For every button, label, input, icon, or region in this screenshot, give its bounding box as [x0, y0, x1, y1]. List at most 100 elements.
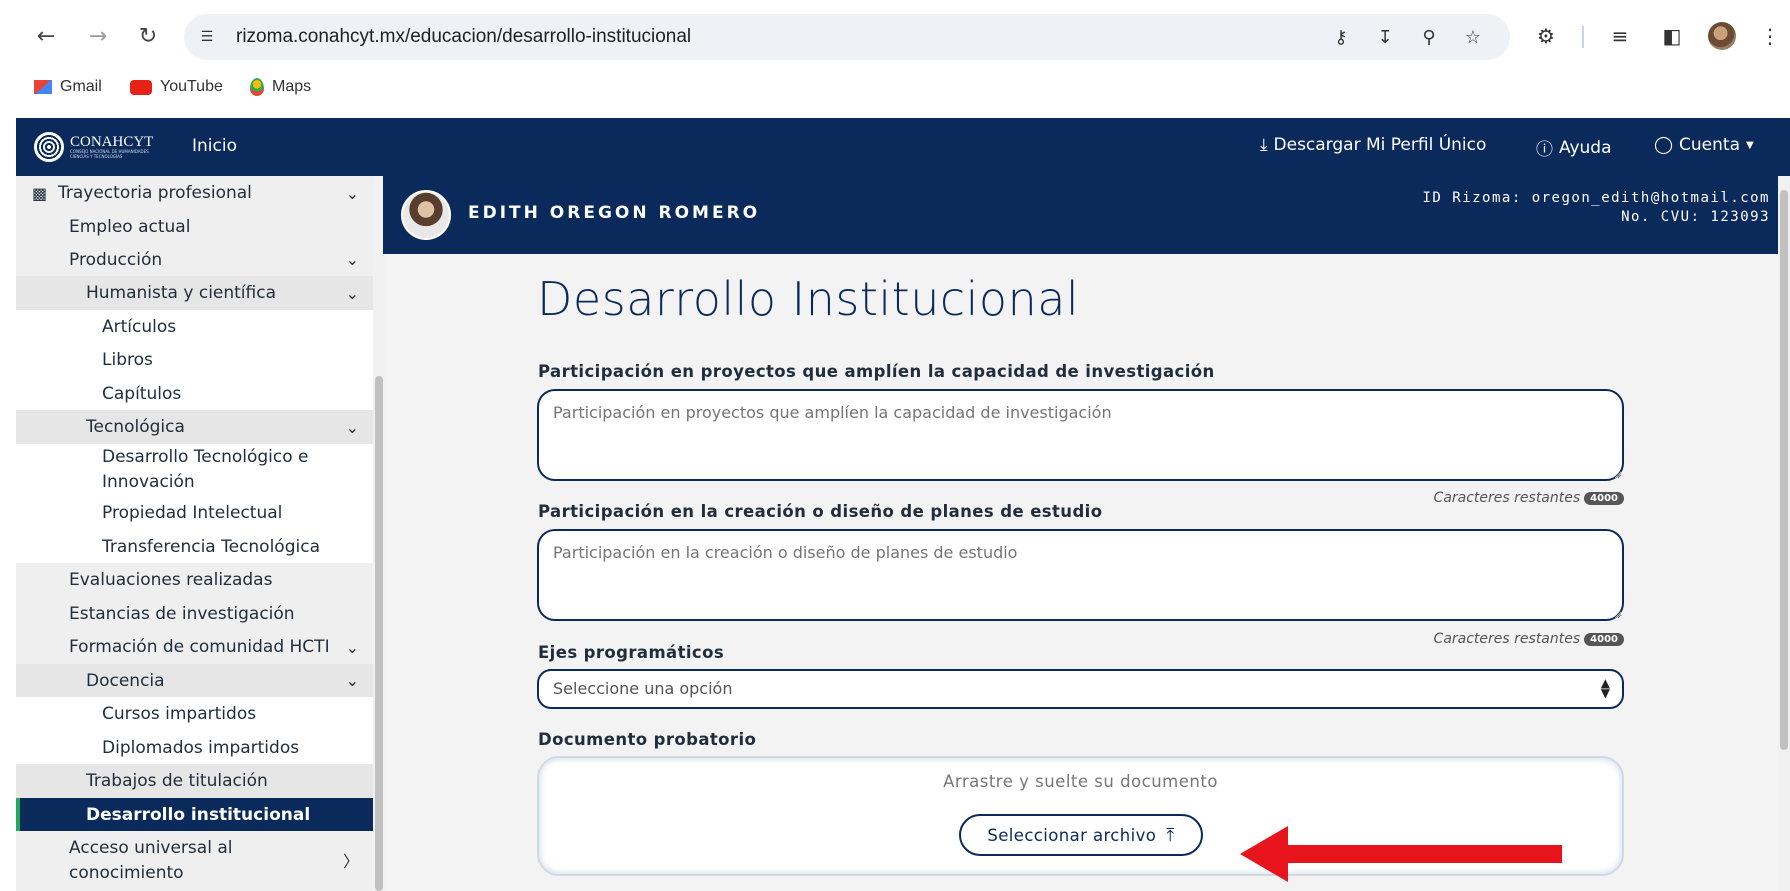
- profile-avatar[interactable]: [1708, 22, 1736, 50]
- bookmark-label: Gmail: [60, 78, 102, 95]
- side-panel-icon[interactable]: ◧: [1658, 22, 1686, 50]
- sidebar-item-acceso-universal[interactable]: Acceso universal al conocimiento 〉: [16, 831, 373, 891]
- install-app-icon[interactable]: ↧: [1372, 24, 1398, 50]
- sidebar-item-label-line2: Innovación: [102, 472, 195, 492]
- sidebar-item-label: Evaluaciones realizadas: [69, 570, 273, 590]
- sidebar-item-label: Capítulos: [102, 383, 182, 404]
- reading-list-icon[interactable]: ≡: [1606, 22, 1634, 50]
- sidebar-scrollbar-thumb[interactable]: [375, 376, 383, 891]
- bookmark-star-icon[interactable]: ☆: [1460, 24, 1486, 50]
- top-navigation: CONAHCYT CONSEJO NACIONAL DE HUMANIDADES…: [16, 118, 1790, 176]
- bookmark-gmail[interactable]: Gmail: [34, 78, 102, 96]
- sidebar-item-tecnologica[interactable]: Tecnológica ⌄: [16, 410, 373, 444]
- sidebar-item-desarrollo-institucional[interactable]: Desarrollo institucional: [16, 798, 373, 831]
- select-value: Seleccione una opción: [553, 679, 733, 698]
- sidebar-item-propiedad[interactable]: Propiedad Intelectual: [16, 496, 373, 530]
- download-profile-link[interactable]: ⤓ Descargar Mi Perfil Único: [1260, 135, 1486, 155]
- profile-header: EDITH OREGON ROMERO ID Rizoma: oregon_ed…: [383, 176, 1790, 254]
- site-info-icon[interactable]: ☰: [196, 26, 218, 48]
- ejes-select[interactable]: Seleccione una opción ▲ ▼: [537, 669, 1624, 709]
- chevron-down-icon: ⌄: [345, 417, 359, 437]
- select-file-button[interactable]: Seleccionar archivo ⤒: [959, 814, 1203, 856]
- sidebar-item-label: Acceso universal al: [69, 838, 233, 858]
- sidebar-item-diplomados[interactable]: Diplomados impartidos: [16, 731, 373, 764]
- password-key-icon[interactable]: ⚷: [1328, 24, 1354, 50]
- reload-icon[interactable]: ↻: [132, 20, 164, 52]
- sidebar-item-docencia[interactable]: Docencia ⌄: [16, 664, 373, 697]
- forward-icon[interactable]: →: [82, 20, 114, 52]
- sidebar-item-label: Estancias de investigación: [69, 603, 295, 624]
- red-annotation-arrow: [1240, 826, 1562, 882]
- chevron-down-icon: ⌄: [345, 250, 359, 269]
- profile-ids: ID Rizoma: oregon_edith@hotmail.com No. …: [1422, 189, 1770, 227]
- sidebar-item-label: Trabajos de titulación: [86, 771, 268, 791]
- planes-textarea[interactable]: [537, 529, 1624, 621]
- sidebar-item-label: Diplomados impartidos: [102, 737, 300, 758]
- nav-inicio[interactable]: Inicio: [192, 136, 237, 156]
- back-icon[interactable]: ←: [30, 20, 62, 52]
- help-label: Ayuda: [1559, 137, 1612, 158]
- documento-label: Documento probatorio: [538, 730, 757, 749]
- ejes-label: Ejes programáticos: [538, 643, 725, 662]
- logo-subtext: CONSEJO NACIONAL DE HUMANIDADES CIENCIAS…: [70, 149, 149, 159]
- bookmark-label: YouTube: [160, 78, 223, 95]
- conahcyt-logo[interactable]: CONAHCYT CONSEJO NACIONAL DE HUMANIDADES…: [34, 132, 166, 162]
- help-link[interactable]: ⓘ Ayuda: [1536, 135, 1612, 161]
- arrow-shape: [1240, 826, 1562, 882]
- sidebar-item-label: Desarrollo Tecnológico e: [102, 447, 309, 467]
- counter-label: Caracteres restantes: [1433, 631, 1581, 647]
- sidebar-item-label: Trayectoria profesional: [58, 183, 252, 203]
- url-text[interactable]: rizoma.conahcyt.mx/educacion/desarrollo-…: [236, 26, 691, 48]
- id-card-icon: ▩: [32, 183, 48, 203]
- field1-label: Participación en proyectos que amplíen l…: [538, 362, 1215, 381]
- caret-down-icon: ▼: [1746, 139, 1754, 151]
- counter-badge: 4000: [1584, 491, 1624, 505]
- extensions-icon[interactable]: ⚙: [1532, 22, 1560, 50]
- sidebar-item-label: Docencia: [86, 670, 165, 691]
- sidebar-item-trayectoria[interactable]: ▩ Trayectoria profesional ⌄: [16, 176, 373, 210]
- sidebar-item-label: Formación de comunidad HCTI: [69, 637, 330, 657]
- sidebar-item-estancias[interactable]: Estancias de investigación: [16, 597, 373, 630]
- counter-label: Caracteres restantes: [1433, 490, 1581, 506]
- bookmark-maps[interactable]: Maps: [250, 78, 311, 96]
- sidebar-item-trabajos[interactable]: Trabajos de titulación: [16, 764, 373, 798]
- proyectos-textarea[interactable]: [537, 389, 1624, 481]
- bookmarks-bar: Gmail YouTube Maps: [0, 74, 1790, 104]
- chevron-down-icon: ⌄: [345, 637, 359, 657]
- browser-toolbar: ← → ↻ ☰ rizoma.conahcyt.mx/educacion/des…: [0, 0, 1790, 74]
- bookmark-youtube[interactable]: YouTube: [130, 78, 223, 96]
- sidebar-item-evaluaciones[interactable]: Evaluaciones realizadas: [16, 563, 373, 597]
- sidebar-item-transferencia[interactable]: Transferencia Tecnológica: [16, 530, 373, 563]
- sidebar-item-label: Transferencia Tecnológica: [102, 536, 320, 557]
- sidebar-item-empleo[interactable]: Empleo actual: [16, 210, 373, 243]
- sidebar-item-label: Humanista y científica: [86, 283, 277, 303]
- sidebar-item-humanista[interactable]: Humanista y científica ⌄: [16, 276, 373, 310]
- page-scrollbar-thumb[interactable]: [1780, 190, 1788, 750]
- menu-kebab-icon[interactable]: ⋮: [1756, 22, 1784, 50]
- dropzone-text: Arrastre y suelte su documento: [943, 772, 1218, 791]
- account-label: Cuenta: [1679, 135, 1740, 155]
- account-menu[interactable]: ◯ Cuenta ▼: [1654, 135, 1754, 155]
- sidebar-item-articulos[interactable]: Artículos: [16, 310, 373, 343]
- sidebar-item-libros[interactable]: Libros: [16, 343, 373, 377]
- sidebar-item-cursos[interactable]: Cursos impartidos: [16, 697, 373, 731]
- bookmark-label: Maps: [272, 78, 312, 95]
- maps-icon: [250, 78, 264, 96]
- sidebar-item-label: Libros: [102, 350, 153, 370]
- chevron-down-icon: ⌄: [345, 671, 359, 690]
- sidebar-item-label: Propiedad Intelectual: [102, 503, 283, 523]
- counter-badge: 4000: [1584, 632, 1624, 646]
- logo-emblem-icon: [34, 132, 64, 162]
- sidebar-item-capitulos[interactable]: Capítulos: [16, 377, 373, 410]
- download-icon: ⤓: [1260, 135, 1268, 155]
- download-label: Descargar Mi Perfil Único: [1273, 135, 1487, 155]
- sidebar-item-produccion[interactable]: Producción ⌄: [16, 243, 373, 276]
- sidebar-item-label: Artículos: [102, 316, 177, 337]
- address-bar[interactable]: ☰ rizoma.conahcyt.mx/educacion/desarroll…: [184, 14, 1510, 60]
- sidebar-item-desarrollo-tecnologico[interactable]: Desarrollo Tecnológico e Innovación: [16, 444, 373, 496]
- sidebar-item-formacion[interactable]: Formación de comunidad HCTI ⌄: [16, 630, 373, 664]
- rizoma-id: ID Rizoma: oregon_edith@hotmail.com: [1422, 190, 1770, 206]
- zoom-icon[interactable]: ⚲: [1416, 24, 1442, 50]
- sidebar-item-label: Empleo actual: [69, 216, 191, 237]
- help-icon: ⓘ: [1536, 140, 1553, 160]
